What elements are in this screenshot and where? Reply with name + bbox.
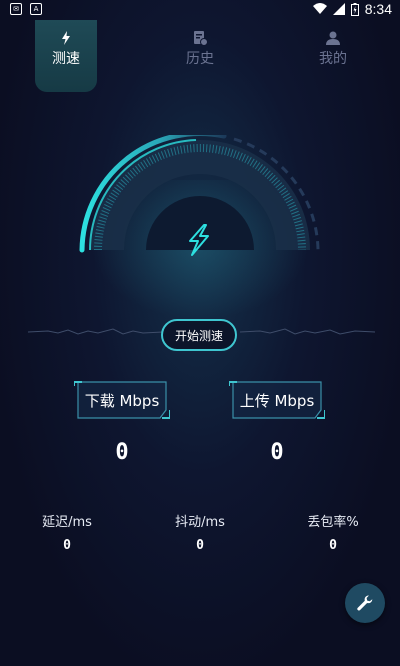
person-icon — [326, 31, 340, 45]
wifi-icon — [312, 3, 327, 14]
app-notification-icon: A — [30, 3, 42, 15]
notification-icons: ✉ A — [10, 3, 42, 15]
download-value: 0 — [115, 440, 129, 465]
upload-label-box: 上传 Mbps — [229, 380, 325, 420]
wrench-icon — [357, 595, 373, 611]
jitter-value: 0 — [196, 538, 204, 553]
tab-label: 测速 — [52, 51, 80, 67]
latency-value: 0 — [63, 538, 71, 553]
history-icon — [194, 31, 208, 46]
tools-button[interactable] — [345, 583, 385, 623]
message-notification-icon: ✉ — [10, 3, 22, 15]
tab-profile[interactable]: 我的 — [302, 20, 364, 92]
tab-speed-test[interactable]: 测速 — [35, 20, 97, 92]
system-status: 8:34 — [312, 1, 392, 17]
right-wave-line — [240, 328, 375, 335]
download-label-box: 下载 Mbps — [74, 380, 170, 420]
packet-loss-label: 丢包率% — [307, 515, 359, 530]
jitter-label: 抖动/ms — [175, 515, 225, 530]
signal-icon — [332, 3, 345, 15]
tab-label: 历史 — [186, 51, 214, 67]
tab-history[interactable]: 历史 — [169, 20, 231, 92]
left-wave-line — [28, 328, 163, 335]
start-test-button[interactable]: 开始测速 — [161, 319, 237, 351]
status-bar: ✉ A 8:34 — [0, 0, 400, 20]
battery-icon — [350, 2, 359, 16]
clock: 8:34 — [364, 1, 392, 17]
download-label: 下载 Mbps — [84, 391, 160, 410]
packet-loss-value: 0 — [329, 538, 337, 553]
tab-label: 我的 — [319, 51, 347, 67]
latency-label: 延迟/ms — [42, 515, 92, 530]
upload-label: 上传 Mbps — [239, 391, 315, 410]
speed-test-screen: ✉ A 8:34 测速 历史 我的 开始测速 下载 Mbps 0 上传 Mbps… — [0, 0, 400, 666]
lightning-icon — [62, 31, 70, 45]
upload-value: 0 — [270, 440, 284, 465]
speed-gauge — [79, 135, 320, 256]
